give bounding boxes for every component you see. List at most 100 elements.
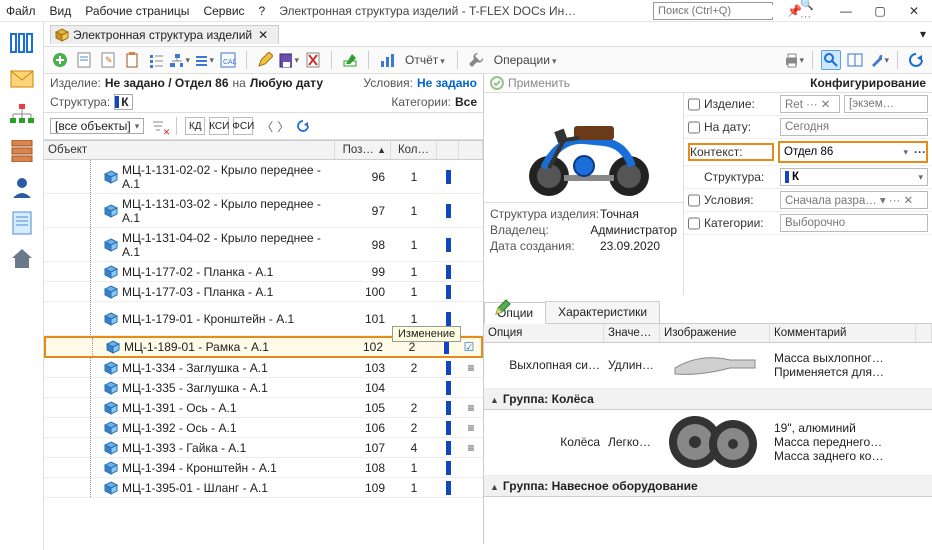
table-row[interactable]: МЦ-1-392 - Ось - A.11062≡	[44, 418, 483, 438]
window-maximize-button[interactable]: ▢	[868, 2, 892, 20]
options-body[interactable]: Выхлопная си… Удлин… Масса выхлопног…При…	[484, 343, 932, 545]
menu-workpages[interactable]: Рабочие страницы	[85, 4, 189, 18]
option-row-exhaust[interactable]: Выхлопная си… Удлин… Масса выхлопног…При…	[484, 343, 932, 389]
option-row-wheels[interactable]: Колёса Легко… 19", алюминийМасса передне…	[484, 410, 932, 476]
filter-all-objects-dropdown[interactable]: [все объекты]▾	[50, 118, 144, 134]
table-row[interactable]: МЦ-1-334 - Заглушка - A.11032≡	[44, 358, 483, 378]
table-row[interactable]: МЦ-1-393 - Гайка - A.11074≡	[44, 438, 483, 458]
toolbar-list-icon[interactable]	[146, 50, 166, 70]
window-minimize-button[interactable]: —	[834, 2, 858, 20]
form-date-checkbox[interactable]	[688, 121, 700, 134]
table-row[interactable]: МЦ-1-131-03-02 - Крыло переднее - A.1971	[44, 194, 483, 228]
opt-col-image[interactable]: Изображение	[660, 324, 770, 342]
toolbar-edit-icon[interactable]	[255, 50, 275, 70]
toolbar-delete-doc-icon[interactable]	[303, 50, 323, 70]
apply-button[interactable]: Применить	[490, 76, 570, 90]
filter-refresh-icon[interactable]	[293, 116, 313, 136]
menu-icon[interactable]: ≡	[467, 361, 474, 375]
table-row[interactable]: МЦ-1-335 - Заглушка - A.1104	[44, 378, 483, 398]
form-product-checkbox[interactable]	[688, 98, 700, 111]
form-context-value[interactable]: Отдел 86▾	[780, 143, 912, 161]
expand-caret-icon[interactable]: ▾	[920, 27, 926, 41]
menu-icon[interactable]: ≡	[467, 441, 474, 455]
filter-prev-icon[interactable]: 〈	[261, 118, 273, 135]
col-count[interactable]: Кол…	[391, 141, 437, 159]
form-conditions-checkbox[interactable]	[688, 194, 700, 207]
form-structure-value[interactable]: К▾	[780, 168, 928, 186]
form-product-value2[interactable]: [экзем…	[844, 95, 928, 113]
toolbar-reorder-icon[interactable]	[194, 50, 214, 70]
tab-characteristics[interactable]: Характеристики	[545, 301, 660, 323]
form-date-value[interactable]: Сегодня	[780, 118, 928, 136]
toolbar-doc2-icon[interactable]: ✎	[98, 50, 118, 70]
filter-structure-value[interactable]: К	[114, 94, 132, 110]
toolbar-save-icon[interactable]	[279, 50, 299, 70]
toolbar-report-dropdown[interactable]: Отчёт	[405, 53, 445, 67]
form-categories-checkbox[interactable]	[688, 217, 700, 230]
grid-body[interactable]: МЦ-1-131-02-02 - Крыло переднее - A.1961…	[44, 160, 483, 544]
search-icon[interactable]: 🔍 ···	[800, 0, 814, 23]
filter-product-value[interactable]: Не задано / Отдел 86	[105, 76, 229, 90]
search-field[interactable]	[658, 5, 800, 17]
table-row[interactable]: МЦ-1-131-02-02 - Крыло переднее - A.1961	[44, 160, 483, 194]
filter-fsi-button[interactable]: ФСИ	[233, 117, 253, 135]
toolbar-greenedit-icon[interactable]	[340, 50, 360, 70]
sidebar-user-icon[interactable]	[8, 174, 36, 200]
toolbar-cad-icon[interactable]: CAD	[218, 50, 238, 70]
table-row[interactable]: МЦ-1-177-03 - Планка - A.11001	[44, 282, 483, 302]
filter-ksi-button[interactable]: КСИ	[209, 117, 229, 135]
option-group-wheels[interactable]: ▲Группа: Колёса	[484, 389, 932, 410]
filter-kd-button[interactable]: КД	[185, 117, 205, 135]
menu-help[interactable]: ?	[259, 4, 266, 18]
toolbar-refresh-icon[interactable]	[906, 50, 926, 70]
tab-close-button[interactable]: ✕	[256, 28, 270, 42]
table-row[interactable]: МЦ-1-177-02 - Планка - A.1991	[44, 262, 483, 282]
window-close-button[interactable]: ✕	[902, 2, 926, 20]
form-conditions-value[interactable]: Сначала разра… ▾ ··· ✕	[780, 191, 928, 209]
opt-col-option[interactable]: Опция	[484, 324, 604, 342]
toolbar-wrench-icon[interactable]	[466, 50, 486, 70]
table-row[interactable]: МЦ-1-131-04-02 - Крыло переднее - A.1981	[44, 228, 483, 262]
menu-service[interactable]: Сервис	[203, 4, 244, 18]
sidebar-archive-icon[interactable]	[8, 138, 36, 164]
global-search-input[interactable]: 🔍 ···	[653, 2, 773, 20]
toolbar-operations-dropdown[interactable]: Операции	[494, 53, 557, 67]
table-row[interactable]: МЦ-1-395-01 - Шланг - A.11091	[44, 478, 483, 498]
edit-pencil-icon[interactable]	[494, 298, 512, 316]
menu-icon[interactable]: ≡	[467, 401, 474, 415]
menu-icon[interactable]: ≡	[467, 421, 474, 435]
form-categories-value[interactable]: Выборочно	[780, 214, 928, 232]
form-context-more-button[interactable]: ···	[914, 145, 926, 159]
opt-col-comment[interactable]: Комментарий	[770, 324, 916, 342]
toolbar-chart-icon[interactable]	[377, 50, 397, 70]
table-row[interactable]: МЦ-1-391 - Ось - A.11052≡	[44, 398, 483, 418]
toolbar-doc1-icon[interactable]	[74, 50, 94, 70]
filter-clear-icon[interactable]: ✕	[148, 116, 168, 136]
filter-date-value[interactable]: Любую дату	[250, 76, 323, 90]
table-row[interactable]: МЦ-1-394 - Кронштейн - A.11081	[44, 458, 483, 478]
menu-view[interactable]: Вид	[50, 4, 72, 18]
toolbar-clipboard-icon[interactable]	[122, 50, 142, 70]
col-position[interactable]: Поз… ▲	[335, 141, 391, 159]
form-product-value1[interactable]: Ret ··· ✕	[780, 95, 840, 113]
toolbar-settings-icon[interactable]	[869, 50, 889, 70]
toolbar-panel-icon[interactable]	[845, 50, 865, 70]
sidebar-mail-icon[interactable]	[8, 66, 36, 92]
sidebar-home-icon[interactable]	[8, 246, 36, 272]
sidebar-library-icon[interactable]	[8, 30, 36, 56]
pin-icon[interactable]: 📌	[787, 4, 802, 18]
opt-col-value[interactable]: Значе…	[604, 324, 660, 342]
menu-file[interactable]: Файл	[6, 4, 36, 18]
tab-product-structure[interactable]: Электронная структура изделий ✕	[50, 25, 279, 44]
toolbar-add-button[interactable]	[50, 50, 70, 70]
toolbar-print-icon[interactable]	[784, 50, 804, 70]
sidebar-document-icon[interactable]	[8, 210, 36, 236]
filter-next-icon[interactable]: 〉	[277, 118, 289, 135]
toolbar-search-button[interactable]	[821, 50, 841, 70]
filter-conditions-value[interactable]: Не задано	[417, 76, 477, 90]
option-group-equipment[interactable]: ▲Группа: Навесное оборудование	[484, 476, 932, 497]
col-object[interactable]: Объект	[44, 141, 335, 159]
sidebar-structure-icon[interactable]	[8, 102, 36, 128]
filter-categories-value[interactable]: Все	[455, 95, 477, 109]
toolbar-tree-icon[interactable]	[170, 50, 190, 70]
